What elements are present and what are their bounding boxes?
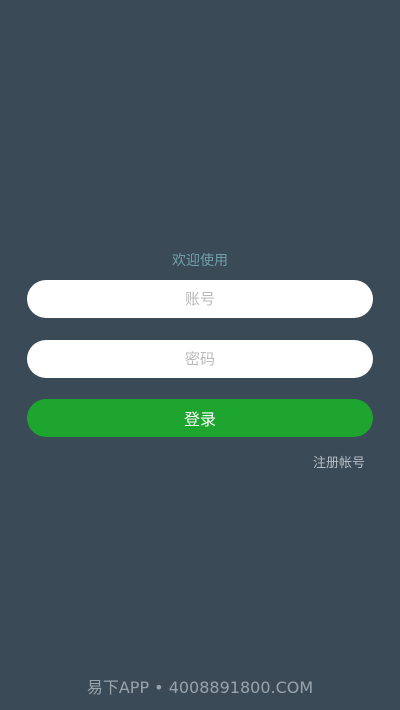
welcome-text: 欢迎使用 [172, 253, 228, 269]
password-input[interactable] [27, 340, 373, 378]
username-input[interactable] [27, 280, 373, 318]
login-button[interactable]: 登录 [27, 399, 373, 437]
register-link[interactable]: 注册帐号 [313, 454, 365, 474]
watermark-text: 易下APP • 4008891800.COM [86, 678, 314, 697]
